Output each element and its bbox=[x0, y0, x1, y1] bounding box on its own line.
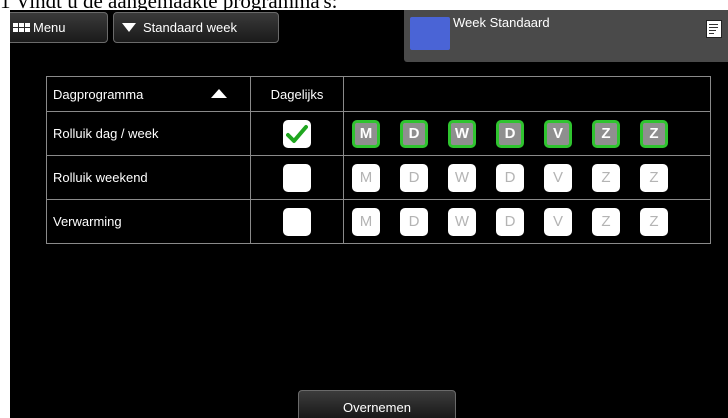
daily-checkbox[interactable] bbox=[283, 119, 311, 148]
weekday-toggle[interactable]: M bbox=[352, 163, 380, 192]
dropdown-arrow-icon bbox=[122, 23, 136, 32]
weekday-toggle[interactable]: Z bbox=[640, 119, 668, 148]
weekdays-cell: MDWDVZZ bbox=[343, 155, 711, 200]
weekday-toggle[interactable]: D bbox=[400, 163, 428, 192]
menu-button-label: Menu bbox=[33, 20, 66, 35]
weekday-toggles: MDWDVZZ bbox=[344, 119, 710, 148]
weekday-toggle[interactable]: W bbox=[448, 119, 476, 148]
daily-checkbox[interactable] bbox=[283, 207, 311, 236]
app-screen: Menu Standaard week Week Standaard Dagpr… bbox=[10, 10, 728, 418]
apply-button[interactable]: Overnemen bbox=[298, 390, 456, 418]
table-row[interactable]: Verwarming M D W D V Z Z bbox=[46, 199, 711, 244]
weekday-toggle[interactable]: V bbox=[544, 207, 572, 236]
weekdays-cell: MDWDVZZ bbox=[343, 199, 711, 244]
week-color-swatch[interactable] bbox=[410, 17, 450, 50]
weekday-toggle[interactable]: M bbox=[352, 119, 380, 148]
weekday-toggle[interactable]: Z bbox=[592, 119, 620, 148]
weekday-toggle[interactable]: Z bbox=[592, 163, 620, 192]
table-row[interactable]: Rolluik dag / week M D W D V Z Z bbox=[46, 111, 711, 156]
week-info-title: Week Standaard bbox=[453, 15, 550, 30]
weekday-toggle[interactable]: D bbox=[400, 119, 428, 148]
weekday-toggle[interactable]: D bbox=[496, 163, 524, 192]
daily-checkbox[interactable] bbox=[283, 163, 311, 192]
program-table: Dagprogramma Dagelijks Rolluik dag / wee… bbox=[46, 76, 711, 244]
daily-column-header: Dagelijks bbox=[250, 76, 344, 112]
week-info-panel: Week Standaard bbox=[404, 10, 728, 62]
program-header-label: Dagprogramma bbox=[53, 86, 144, 102]
grid-menu-icon bbox=[13, 23, 30, 32]
sort-ascending-icon[interactable] bbox=[211, 89, 227, 98]
program-name: Rolluik weekend bbox=[46, 155, 251, 200]
daily-cell bbox=[250, 111, 344, 156]
table-row[interactable]: Rolluik weekend M D W D V Z Z bbox=[46, 155, 711, 200]
weekday-toggle[interactable]: V bbox=[544, 119, 572, 148]
week-select-button[interactable]: Standaard week bbox=[113, 12, 279, 43]
program-rows: Rolluik dag / week M D W D V Z Z Rolluik weekend… bbox=[46, 111, 711, 244]
weekday-toggle[interactable]: D bbox=[496, 207, 524, 236]
weekday-toggle[interactable]: D bbox=[400, 207, 428, 236]
weekday-toggle[interactable]: Z bbox=[640, 163, 668, 192]
checkmark-icon bbox=[286, 124, 308, 143]
table-header-row: Dagprogramma Dagelijks bbox=[46, 76, 711, 112]
weekday-toggle[interactable]: V bbox=[544, 163, 572, 192]
weekday-toggle[interactable]: W bbox=[448, 163, 476, 192]
menu-button[interactable]: Menu bbox=[10, 12, 108, 43]
days-column-header bbox=[343, 76, 711, 112]
daily-cell bbox=[250, 155, 344, 200]
weekday-toggle[interactable]: Z bbox=[592, 207, 620, 236]
edit-note-icon[interactable] bbox=[706, 20, 722, 38]
program-column-header[interactable]: Dagprogramma bbox=[46, 76, 251, 112]
weekday-toggle[interactable]: D bbox=[496, 119, 524, 148]
program-name: Rolluik dag / week bbox=[46, 111, 251, 156]
week-select-label: Standaard week bbox=[143, 20, 237, 35]
weekday-toggles: MDWDVZZ bbox=[344, 207, 710, 236]
weekdays-cell: MDWDVZZ bbox=[343, 111, 711, 156]
daily-cell bbox=[250, 199, 344, 244]
program-name: Verwarming bbox=[46, 199, 251, 244]
weekday-toggles: MDWDVZZ bbox=[344, 163, 710, 192]
weekday-toggle[interactable]: W bbox=[448, 207, 476, 236]
weekday-toggle[interactable]: Z bbox=[640, 207, 668, 236]
weekday-toggle[interactable]: M bbox=[352, 207, 380, 236]
